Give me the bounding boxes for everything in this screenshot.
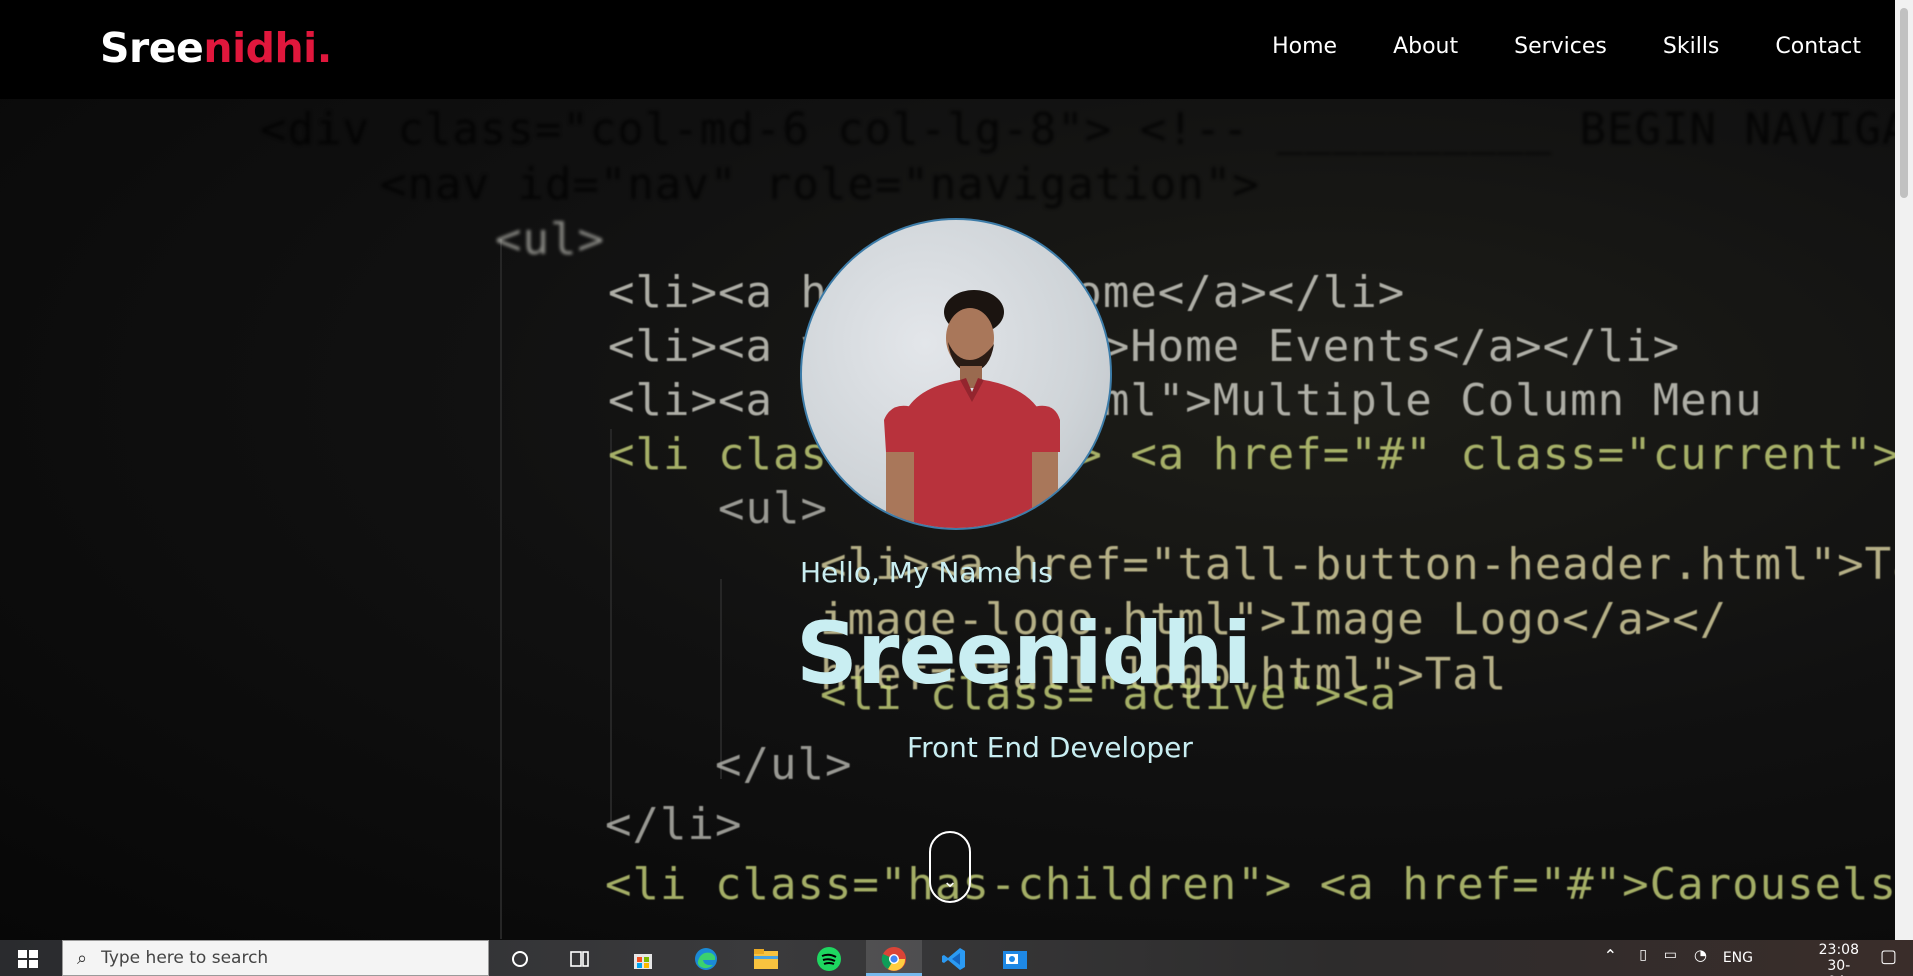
hero-name: Sreenidhi: [796, 604, 1252, 704]
indent-guide: [500, 239, 502, 939]
code-line: </li>: [605, 799, 743, 850]
code-line: <li class ildren"> <a href="#" class="cu…: [608, 429, 1895, 480]
code-line: <li><a vents.html">Home Events</a></li>: [608, 321, 1681, 372]
wifi-icon[interactable]: ◔: [1694, 946, 1707, 964]
edge-icon[interactable]: [692, 945, 720, 973]
clock-time: 23:08: [1818, 942, 1859, 958]
page-scrollbar[interactable]: [1895, 0, 1913, 940]
meet-now-icon[interactable]: ▯: [1639, 947, 1647, 963]
greeting-text: Hello, My Name Is: [800, 556, 1053, 589]
scrollbar-thumb[interactable]: [1900, 8, 1908, 198]
code-line: <div class="col-md-6 col-lg-8"> <!-- ___…: [260, 104, 1895, 155]
notification-icon[interactable]: ▢: [1880, 946, 1897, 967]
language-indicator[interactable]: ENG: [1723, 950, 1753, 966]
task-view-icon[interactable]: [566, 945, 594, 973]
code-line: <ul>: [718, 483, 828, 534]
nav-services-link[interactable]: Services: [1514, 34, 1607, 59]
store-icon[interactable]: [629, 945, 657, 973]
cortana-icon[interactable]: [506, 945, 534, 973]
search-icon: ⌕: [77, 947, 88, 969]
windows-taskbar: ⌕ Type here to search ⌃ ▯ ▭ ◔ ENG 23:08 …: [0, 940, 1913, 976]
indent-guide: [610, 429, 612, 829]
screen-recorder-icon[interactable]: [1002, 945, 1030, 973]
nav-menu: Home About Services Skills Contact: [1216, 34, 1861, 59]
person-illustration: [884, 290, 1060, 528]
navbar: Sreenidhi. Home About Services Skills Co…: [0, 0, 1895, 99]
code-line: <li><a col-menu.html">Multiple Column Me…: [608, 375, 1763, 426]
nav-about-link[interactable]: About: [1393, 34, 1458, 59]
profile-photo: [800, 218, 1112, 530]
taskbar-clock[interactable]: 23:08 30-04-2021: [1819, 942, 1859, 976]
chevron-down-icon: ⌄: [942, 871, 958, 892]
scroll-down-button[interactable]: ⌄: [929, 831, 971, 903]
taskbar-search-box[interactable]: ⌕ Type here to search: [62, 940, 489, 976]
windows-start-icon[interactable]: [18, 950, 38, 968]
vscode-icon[interactable]: [940, 945, 968, 973]
search-placeholder: Type here to search: [101, 948, 269, 968]
hero-role: Front End Developer: [907, 731, 1193, 764]
code-line: <nav id="nav" role="navigation">: [380, 159, 1260, 210]
logo-first-part: Sree: [100, 24, 204, 72]
code-line: </ul>: [715, 739, 853, 790]
file-explorer-icon[interactable]: [752, 945, 780, 973]
browser-page: Sreenidhi. Home About Services Skills Co…: [0, 0, 1913, 976]
nav-contact-link[interactable]: Contact: [1775, 34, 1861, 59]
chevron-up-icon[interactable]: ⌃: [1604, 946, 1617, 965]
nav-home-link[interactable]: Home: [1272, 34, 1337, 59]
site-logo[interactable]: Sreenidhi.: [100, 24, 332, 72]
battery-icon[interactable]: ▭: [1664, 947, 1677, 963]
logo-second-part: nidhi.: [203, 24, 332, 72]
code-line: <ul>: [495, 214, 605, 265]
spotify-icon[interactable]: [815, 945, 843, 973]
nav-skills-link[interactable]: Skills: [1663, 34, 1720, 59]
clock-date: 30-04-2021: [1827, 958, 1851, 976]
code-line: <li class="has-children"> <a href="#">Ca…: [605, 859, 1895, 910]
chrome-icon[interactable]: [880, 945, 908, 973]
